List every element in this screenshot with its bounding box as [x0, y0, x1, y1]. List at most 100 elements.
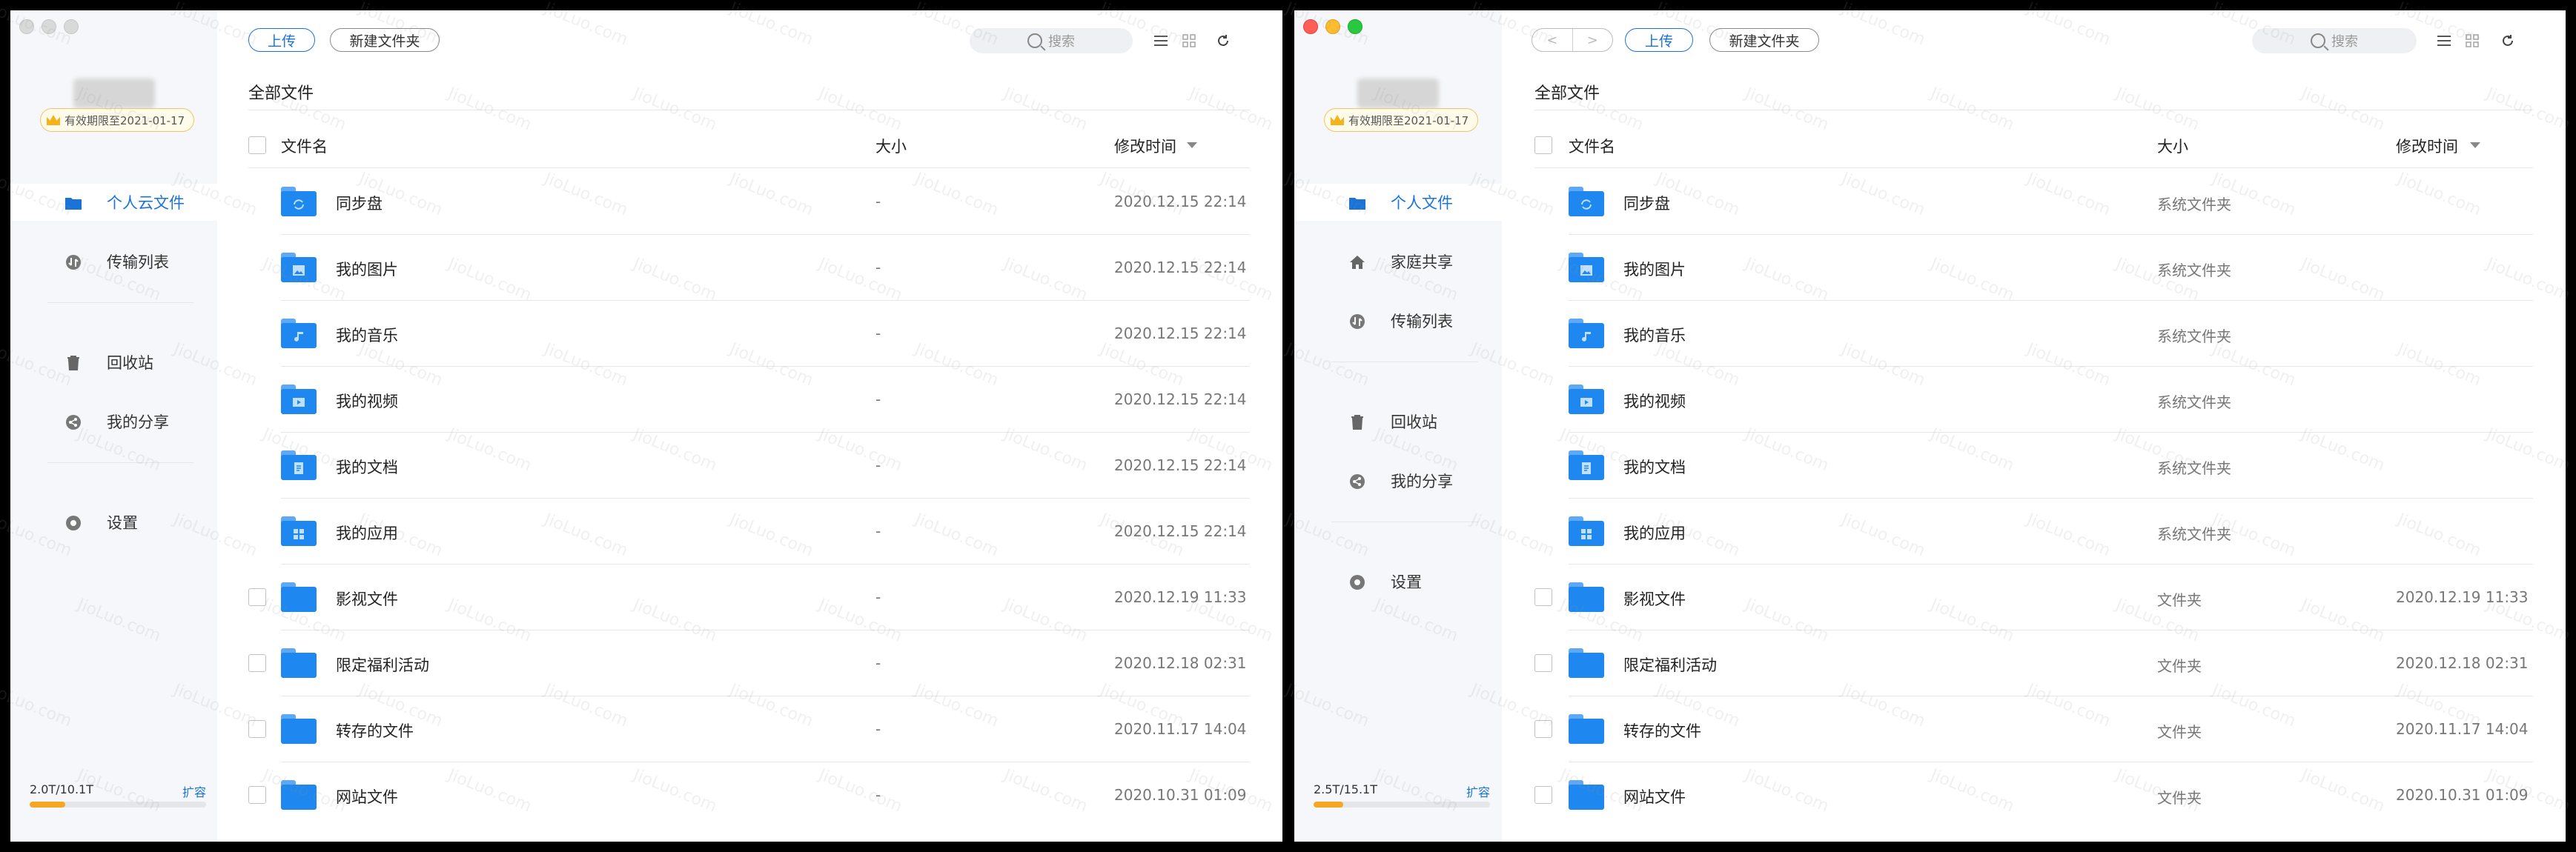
- table-row[interactable]: 我的音乐 系统文件夹: [1502, 301, 2566, 367]
- table-row[interactable]: 我的音乐 - 2020.12.15 22:14: [217, 301, 1282, 367]
- sidebar-item-recycle-bin[interactable]: 回收站: [10, 344, 217, 381]
- column-name[interactable]: 文件名: [1569, 135, 1615, 157]
- table-row[interactable]: 我的视频 系统文件夹: [1502, 367, 2566, 433]
- file-name[interactable]: 同步盘: [336, 192, 383, 214]
- table-row[interactable]: 转存的文件 - 2020.11.17 14:04: [217, 696, 1282, 762]
- file-name[interactable]: 我的应用: [336, 522, 398, 544]
- table-row[interactable]: 我的图片 - 2020.12.15 22:14: [217, 235, 1282, 301]
- zoom-window-button[interactable]: [1348, 19, 1363, 34]
- expand-storage-link[interactable]: 扩容: [1466, 782, 1490, 800]
- expand-storage-link[interactable]: 扩容: [182, 782, 206, 800]
- folder-icon: [281, 450, 317, 480]
- table-row[interactable]: 我的图片 系统文件夹: [1502, 235, 2566, 301]
- column-modified[interactable]: 修改时间: [2396, 135, 2458, 157]
- row-checkbox[interactable]: [248, 786, 266, 804]
- sidebar-item-settings[interactable]: 设置: [1294, 563, 1502, 600]
- table-row[interactable]: 我的视频 - 2020.12.15 22:14: [217, 367, 1282, 433]
- file-name[interactable]: 网站文件: [336, 785, 398, 808]
- row-checkbox[interactable]: [1534, 786, 1552, 804]
- file-name[interactable]: 我的文档: [1623, 456, 1686, 478]
- table-row[interactable]: 限定福利活动 - 2020.12.18 02:31: [217, 630, 1282, 696]
- sort-desc-icon[interactable]: [1187, 142, 1197, 148]
- grid-view-icon[interactable]: [1181, 33, 1197, 49]
- avatar[interactable]: [1357, 79, 1439, 108]
- new-folder-button[interactable]: 新建文件夹: [1709, 28, 1819, 52]
- sidebar-item-personal-files[interactable]: 个人文件: [1294, 184, 1502, 221]
- sidebar-item-transfers[interactable]: 传输列表: [10, 243, 217, 280]
- table-row[interactable]: 我的应用 系统文件夹: [1502, 499, 2566, 565]
- search-input[interactable]: 搜索: [970, 28, 1133, 53]
- upload-button[interactable]: 上传: [1625, 28, 1693, 52]
- table-row[interactable]: 我的文档 系统文件夹: [1502, 433, 2566, 499]
- file-size: 系统文件夹: [2157, 262, 2231, 279]
- list-view-icon[interactable]: [2436, 33, 2452, 49]
- new-folder-button[interactable]: 新建文件夹: [330, 28, 440, 52]
- table-row[interactable]: 网站文件 - 2020.10.31 01:09: [217, 762, 1282, 828]
- column-size[interactable]: 大小: [875, 135, 907, 157]
- avatar[interactable]: [73, 79, 155, 108]
- row-checkbox[interactable]: [1534, 588, 1552, 606]
- minimize-window-button[interactable]: [42, 19, 56, 34]
- column-modified[interactable]: 修改时间: [1114, 135, 1176, 157]
- share-icon: [65, 414, 82, 430]
- sidebar-item-personal-cloud[interactable]: 个人云文件: [10, 184, 217, 221]
- file-name[interactable]: 限定福利活动: [1623, 653, 1717, 676]
- row-checkbox[interactable]: [248, 654, 266, 672]
- sidebar-item-transfers[interactable]: 传输列表: [1294, 302, 1502, 339]
- zoom-window-button[interactable]: [64, 19, 79, 34]
- refresh-icon[interactable]: [2500, 33, 2516, 49]
- file-name[interactable]: 我的音乐: [1623, 324, 1686, 346]
- select-all-checkbox[interactable]: [248, 136, 266, 154]
- close-window-button[interactable]: [19, 19, 34, 34]
- row-checkbox[interactable]: [1534, 654, 1552, 672]
- sidebar-divider: [47, 302, 193, 303]
- upload-button[interactable]: 上传: [248, 28, 315, 52]
- file-name[interactable]: 我的图片: [336, 258, 398, 280]
- file-modified-time: 2020.12.15 22:14: [1114, 325, 1247, 342]
- table-row[interactable]: 我的文档 - 2020.12.15 22:14: [217, 433, 1282, 499]
- refresh-icon[interactable]: [1215, 33, 1231, 49]
- breadcrumb[interactable]: 全部文件: [248, 80, 314, 104]
- file-name[interactable]: 转存的文件: [336, 719, 414, 742]
- back-button[interactable]: <: [1532, 29, 1573, 51]
- column-size[interactable]: 大小: [2157, 135, 2188, 157]
- sidebar-item-my-shares[interactable]: 我的分享: [10, 403, 217, 440]
- file-name[interactable]: 我的音乐: [336, 324, 398, 346]
- table-row[interactable]: 同步盘 系统文件夹: [1502, 169, 2566, 235]
- table-row[interactable]: 影视文件 文件夹 2020.12.19 11:33: [1502, 565, 2566, 630]
- grid-view-icon[interactable]: [2464, 33, 2480, 49]
- row-checkbox[interactable]: [248, 588, 266, 606]
- table-row[interactable]: 转存的文件 文件夹 2020.11.17 14:04: [1502, 696, 2566, 762]
- row-checkbox[interactable]: [1534, 720, 1552, 738]
- sidebar-item-settings[interactable]: 设置: [10, 504, 217, 541]
- sidebar-item-recycle-bin[interactable]: 回收站: [1294, 403, 1502, 440]
- select-all-checkbox[interactable]: [1534, 136, 1552, 154]
- sidebar-item-my-shares[interactable]: 我的分享: [1294, 462, 1502, 499]
- sidebar-item-family-share[interactable]: 家庭共享: [1294, 243, 1502, 280]
- table-row[interactable]: 限定福利活动 文件夹 2020.12.18 02:31: [1502, 630, 2566, 696]
- file-name[interactable]: 我的视频: [1623, 390, 1686, 412]
- search-input[interactable]: 搜索: [2252, 28, 2417, 53]
- table-row[interactable]: 影视文件 - 2020.12.19 11:33: [217, 565, 1282, 630]
- list-view-icon[interactable]: [1153, 33, 1169, 49]
- file-name[interactable]: 限定福利活动: [336, 653, 429, 676]
- file-name[interactable]: 转存的文件: [1623, 719, 1701, 742]
- file-name[interactable]: 影视文件: [1623, 588, 1686, 610]
- table-row[interactable]: 网站文件 文件夹 2020.10.31 01:09: [1502, 762, 2566, 828]
- file-name[interactable]: 影视文件: [336, 588, 398, 610]
- minimize-window-button[interactable]: [1325, 19, 1340, 34]
- table-row[interactable]: 我的应用 - 2020.12.15 22:14: [217, 499, 1282, 565]
- forward-button[interactable]: >: [1573, 29, 1613, 51]
- file-name[interactable]: 我的文档: [336, 456, 398, 478]
- column-name[interactable]: 文件名: [281, 135, 328, 157]
- table-row[interactable]: 同步盘 - 2020.12.15 22:14: [217, 169, 1282, 235]
- breadcrumb[interactable]: 全部文件: [1534, 80, 1600, 104]
- sort-desc-icon[interactable]: [2470, 142, 2480, 148]
- file-name[interactable]: 我的图片: [1623, 258, 1686, 280]
- file-name[interactable]: 网站文件: [1623, 785, 1686, 808]
- file-name[interactable]: 我的视频: [336, 390, 398, 412]
- close-window-button[interactable]: [1303, 19, 1318, 34]
- file-name[interactable]: 我的应用: [1623, 522, 1686, 544]
- row-checkbox[interactable]: [248, 720, 266, 738]
- file-name[interactable]: 同步盘: [1623, 192, 1670, 214]
